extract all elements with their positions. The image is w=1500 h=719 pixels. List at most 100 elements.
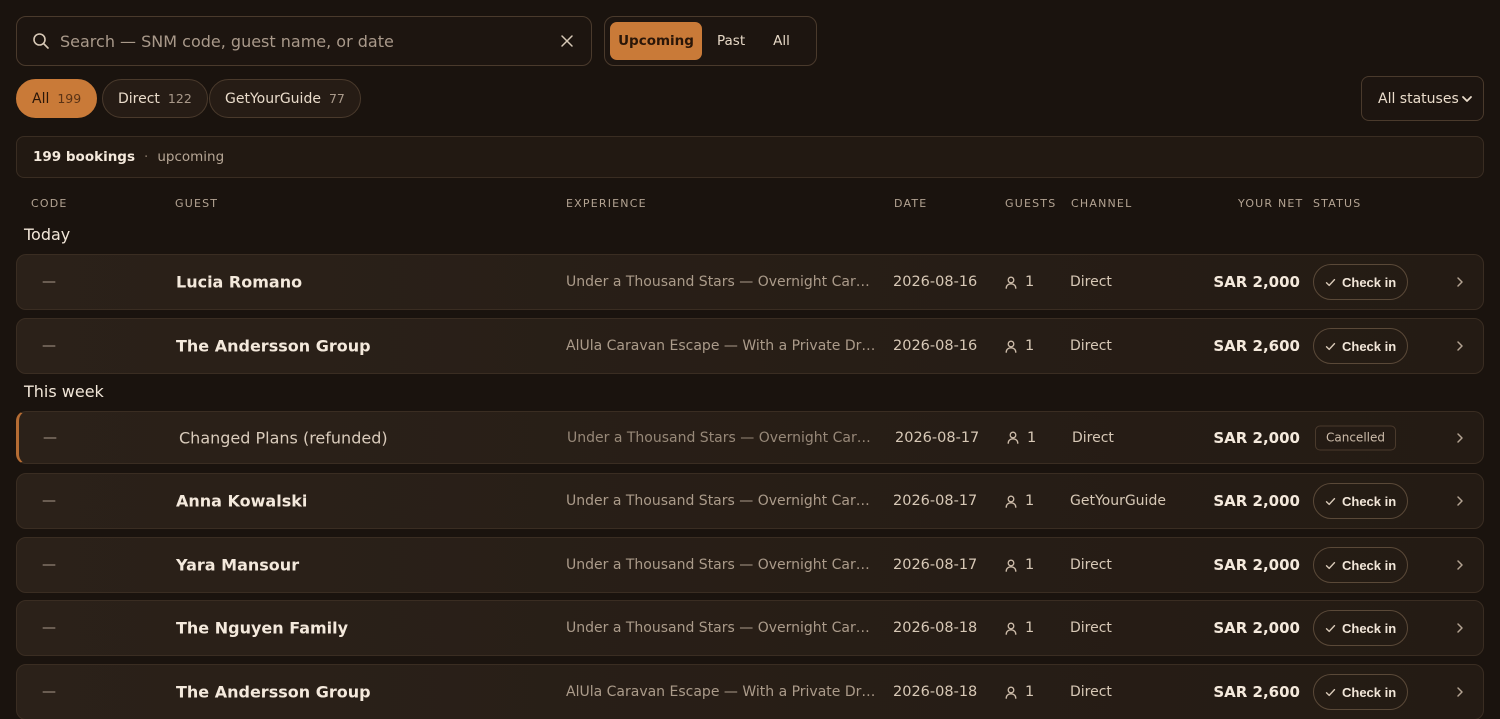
experience-name: AlUla Caravan Escape — With a Private Dr…: [566, 338, 878, 354]
col-header-guests: GUESTS: [1005, 197, 1057, 210]
chevron-right-icon[interactable]: [1455, 432, 1465, 444]
col-header-experience: EXPERIENCE: [566, 197, 647, 210]
chip-count: 77: [328, 91, 345, 106]
results-summary: 199 bookings · upcoming: [16, 136, 1484, 178]
group-heading-today: Today: [24, 225, 71, 244]
guest-name: The Andersson Group: [176, 336, 371, 356]
booking-code: —: [42, 493, 56, 509]
check-in-button[interactable]: Check in: [1313, 674, 1409, 710]
tab-past[interactable]: Past: [704, 22, 758, 60]
channel-chip-getyourguide[interactable]: GetYourGuide 77: [209, 79, 361, 118]
booking-row[interactable]: — Yara Mansour Under a Thousand Stars — …: [16, 537, 1484, 593]
booking-row[interactable]: — Lucia Romano Under a Thousand Stars — …: [16, 254, 1484, 310]
experience-name: Under a Thousand Stars — Overnight Carav…: [566, 557, 878, 573]
col-header-status: STATUS: [1313, 197, 1362, 210]
booking-row[interactable]: — Anna Kowalski Under a Thousand Stars —…: [16, 473, 1484, 529]
booking-code: —: [42, 274, 56, 290]
guest-name: The Andersson Group: [176, 682, 371, 702]
status-cell: Cancelled: [1315, 425, 1396, 450]
person-icon: [1005, 622, 1017, 635]
check-icon: [1325, 341, 1336, 352]
check-in-button[interactable]: Check in: [1313, 328, 1409, 364]
check-in-button[interactable]: Check in: [1313, 547, 1409, 583]
check-icon: [1325, 277, 1336, 288]
booking-code: —: [42, 557, 56, 573]
search-input[interactable]: [60, 31, 559, 51]
guest-count-value: 1: [1025, 620, 1035, 636]
experience-name: AlUla Caravan Escape — With a Private Dr…: [566, 684, 878, 700]
guest-count: 1: [1005, 338, 1034, 354]
tab-all[interactable]: All: [760, 22, 803, 60]
chevron-right-icon[interactable]: [1455, 495, 1465, 507]
col-header-net: YOUR NET: [1238, 197, 1304, 210]
experience-name: Under a Thousand Stars — Overnight Carav…: [566, 620, 878, 636]
col-header-date: DATE: [894, 197, 928, 210]
experience-name: Under a Thousand Stars — Overnight Carav…: [566, 493, 878, 509]
col-header-code: CODE: [31, 197, 68, 210]
status-cell: Check in: [1313, 674, 1409, 710]
channel-chip-all[interactable]: All 199: [16, 79, 98, 118]
check-icon: [1325, 623, 1336, 634]
guest-name: Anna Kowalski: [176, 491, 308, 511]
booking-row[interactable]: — The Andersson Group AlUla Caravan Esca…: [16, 664, 1484, 719]
guest-name: Lucia Romano: [176, 272, 303, 292]
time-filter: Upcoming Past All: [604, 16, 817, 66]
tab-upcoming[interactable]: Upcoming: [610, 22, 702, 60]
guest-count: 1: [1005, 274, 1034, 290]
clear-search-icon[interactable]: [559, 33, 575, 49]
guest-count: 1: [1007, 430, 1036, 446]
booking-row[interactable]: — The Andersson Group AlUla Caravan Esca…: [16, 318, 1484, 374]
guest-count: 1: [1005, 557, 1034, 573]
booking-date: 2026-08-17: [893, 493, 978, 509]
check-in-label: Check in: [1342, 620, 1397, 636]
status-filter-select[interactable]: All statuses: [1361, 76, 1484, 121]
chevron-right-icon[interactable]: [1455, 340, 1465, 352]
status-cell: Check in: [1313, 547, 1409, 583]
check-in-label: Check in: [1342, 274, 1397, 290]
chip-label: Direct: [118, 90, 160, 107]
search-icon: [32, 32, 50, 50]
check-in-button[interactable]: Check in: [1313, 483, 1409, 519]
booking-channel: Direct: [1072, 429, 1114, 446]
guest-count-value: 1: [1025, 684, 1035, 700]
check-in-button[interactable]: Check in: [1313, 264, 1409, 300]
guest-name: Yara Mansour: [176, 555, 300, 575]
check-icon: [1325, 687, 1336, 698]
person-icon: [1005, 495, 1017, 508]
net-amount: SAR 2,600: [1213, 683, 1300, 701]
net-amount: SAR 2,000: [1213, 556, 1300, 574]
status-cell: Check in: [1313, 483, 1409, 519]
guest-name: The Nguyen Family: [176, 618, 349, 638]
person-icon: [1005, 340, 1017, 353]
chevron-right-icon[interactable]: [1455, 686, 1465, 698]
channel-chip-direct[interactable]: Direct 122: [102, 79, 208, 118]
person-icon: [1007, 431, 1019, 444]
booking-code: —: [43, 429, 57, 446]
check-icon: [1325, 560, 1336, 571]
search-box[interactable]: [16, 16, 592, 66]
booking-date: 2026-08-17: [895, 429, 980, 446]
net-amount: SAR 2,000: [1213, 619, 1300, 637]
guest-name: Changed Plans (refunded): [179, 428, 388, 447]
booking-row[interactable]: — The Nguyen Family Under a Thousand Sta…: [16, 600, 1484, 656]
chevron-right-icon[interactable]: [1455, 559, 1465, 571]
guest-count: 1: [1005, 493, 1034, 509]
status-cell: Check in: [1313, 264, 1409, 300]
chevron-right-icon[interactable]: [1455, 622, 1465, 634]
booking-date: 2026-08-16: [893, 338, 978, 354]
guest-count-value: 1: [1027, 429, 1037, 446]
check-in-button[interactable]: Check in: [1313, 610, 1409, 646]
booking-row[interactable]: — Changed Plans (refunded) Under a Thous…: [16, 411, 1484, 464]
col-header-guest: GUEST: [175, 197, 219, 210]
chevron-right-icon[interactable]: [1455, 276, 1465, 288]
person-icon: [1005, 276, 1017, 289]
check-in-label: Check in: [1342, 338, 1397, 354]
status-cell: Check in: [1313, 610, 1409, 646]
net-amount: SAR 2,000: [1213, 492, 1300, 510]
chip-label: GetYourGuide: [225, 90, 321, 107]
check-in-label: Check in: [1342, 557, 1397, 573]
booking-date: 2026-08-18: [893, 620, 978, 636]
chip-count: 122: [167, 91, 192, 106]
guest-count-value: 1: [1025, 493, 1035, 509]
guest-count: 1: [1005, 684, 1034, 700]
